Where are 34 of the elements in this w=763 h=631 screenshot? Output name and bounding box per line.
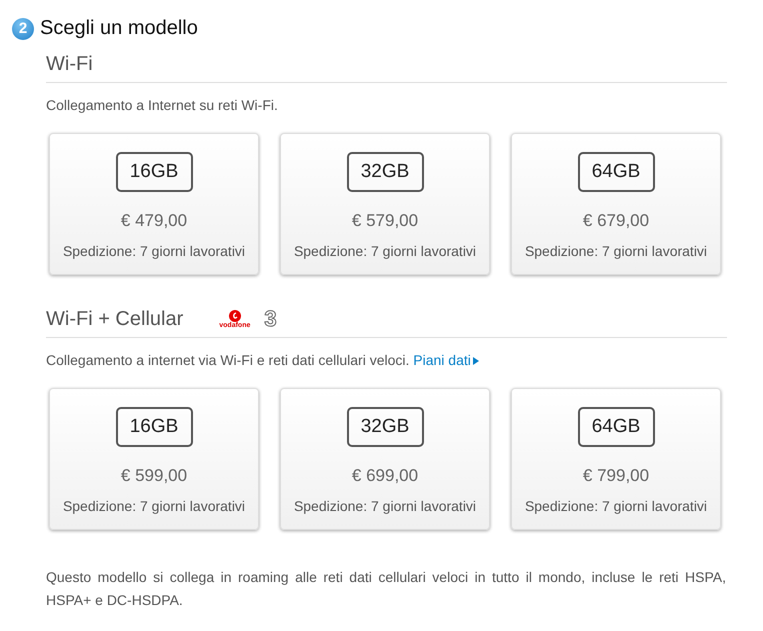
section-title: Wi-Fi + Cellular: [46, 308, 184, 330]
shipping-time: Spedizione: 7 giorni lavorativi: [62, 243, 246, 259]
capacity-label: 16GB: [116, 407, 192, 447]
section-title: Wi-Fi: [46, 52, 93, 76]
section-description: Collegamento a internet via Wi-Fi e reti dati cellulari veloci. Piani dati: [46, 352, 727, 368]
capacity-label: 32GB: [346, 407, 424, 447]
model-card[interactable]: 64GB € 679,00 Spedizione: 7 giorni lavorativi: [511, 133, 721, 275]
capacity-label: 32GB: [346, 152, 424, 192]
price: € 479,00: [120, 211, 188, 231]
shipping-time: Spedizione: 7 giorni lavorativi: [524, 498, 708, 514]
shipping-time: Spedizione: 7 giorni lavorativi: [62, 498, 246, 514]
carrier-logo: 3: [264, 306, 277, 332]
capacity-label: 64GB: [578, 152, 654, 192]
model-card[interactable]: 64GB € 799,00 Spedizione: 7 giorni lavorativi: [511, 388, 721, 530]
model-card[interactable]: 32GB € 699,00 Spedizione: 7 giorni lavorativi: [280, 388, 490, 530]
price: € 599,00: [120, 466, 188, 486]
shipping-time: Spedizione: 7 giorni lavorativi: [294, 243, 476, 259]
model-card[interactable]: 16GB € 479,00 Spedizione: 7 giorni lavorativi: [49, 133, 259, 275]
model-card[interactable]: 16GB € 599,00 Spedizione: 7 giorni lavorativi: [49, 388, 259, 530]
step-number-icon: 2: [12, 18, 34, 40]
shipping-time: Spedizione: 7 giorni lavorativi: [524, 243, 708, 259]
data-plans-link[interactable]: Piani dati: [413, 352, 479, 368]
footnote: Questo modello si collega in roaming alle reti dati cellulari veloci in tutto il mondo, incluse le reti HSPA, HSPA+ e DC-HSDPA.: [46, 568, 726, 610]
section-description: Collegamento a Internet su reti Wi-Fi.: [46, 97, 279, 113]
price: € 679,00: [582, 211, 650, 231]
capacity-label: 64GB: [578, 407, 654, 447]
price: € 699,00: [352, 466, 418, 486]
step-title: Scegli un modello: [40, 17, 198, 40]
price: € 799,00: [582, 466, 650, 486]
shipping-time: Spedizione: 7 giorni lavorativi: [294, 498, 476, 514]
model-card[interactable]: 32GB € 579,00 Spedizione: 7 giorni lavorativi: [280, 133, 490, 275]
triangle-icon: [472, 357, 479, 365]
price: € 579,00: [352, 211, 418, 231]
capacity-label: 16GB: [116, 152, 192, 192]
